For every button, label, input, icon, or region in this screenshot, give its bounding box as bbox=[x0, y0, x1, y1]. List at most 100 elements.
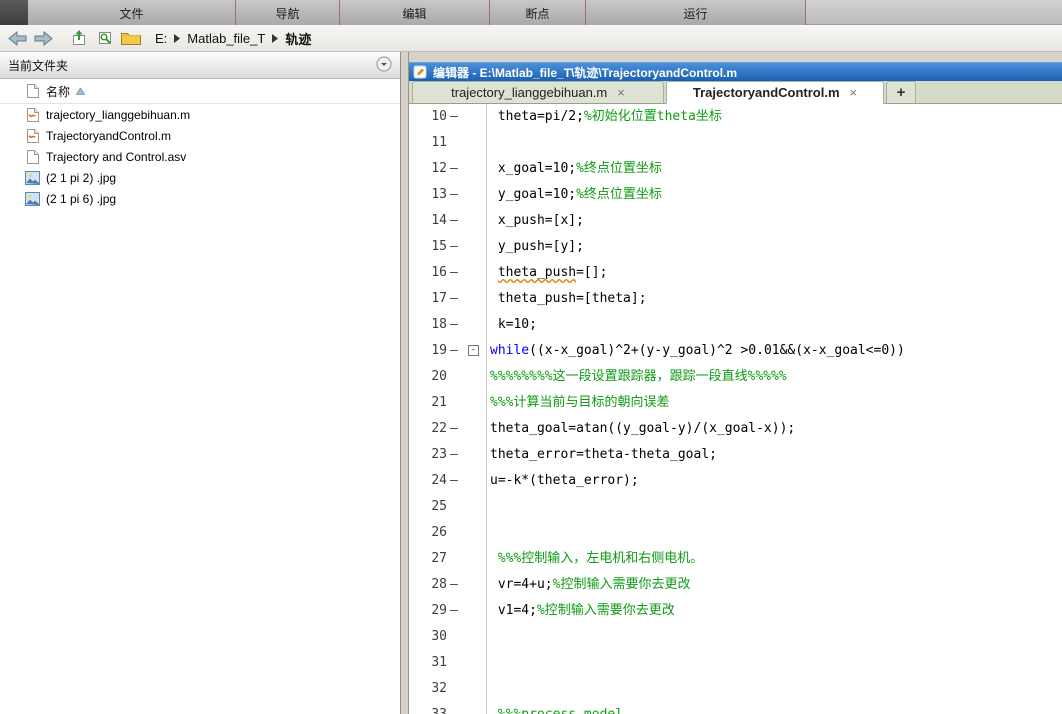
code-line[interactable]: 22— theta_goal=atan((y_goal-y)/(x_goal-x)… bbox=[409, 416, 1062, 442]
fold-collapse-icon[interactable]: - bbox=[468, 345, 479, 356]
exec-dash[interactable]: — bbox=[447, 598, 463, 624]
fold-column[interactable] bbox=[463, 364, 487, 390]
code-line[interactable]: 28— vr=4+u;%控制输入需要你去更改 bbox=[409, 572, 1062, 598]
fold-column[interactable] bbox=[463, 416, 487, 442]
line-number[interactable]: 31 bbox=[409, 650, 447, 676]
exec-dash[interactable] bbox=[447, 364, 463, 390]
fold-column[interactable] bbox=[463, 104, 487, 130]
fold-column[interactable] bbox=[463, 650, 487, 676]
line-number[interactable]: 10 bbox=[409, 104, 447, 130]
panel-menu-button[interactable] bbox=[376, 56, 392, 75]
exec-dash[interactable] bbox=[447, 650, 463, 676]
code-line[interactable]: 20 %%%%%%%%这一段设置跟踪器，跟踪一段直线%%%%% bbox=[409, 364, 1062, 390]
exec-dash[interactable]: — bbox=[447, 260, 463, 286]
code-text[interactable] bbox=[487, 520, 490, 546]
fold-column[interactable] bbox=[463, 702, 487, 714]
line-number[interactable]: 11 bbox=[409, 130, 447, 156]
line-number[interactable]: 12 bbox=[409, 156, 447, 182]
code-line[interactable]: 27 %%%控制输入，左电机和右侧电机。 bbox=[409, 546, 1062, 572]
code-text[interactable] bbox=[487, 130, 490, 156]
fold-column[interactable] bbox=[463, 572, 487, 598]
code-text[interactable]: theta_error=theta-theta_goal; bbox=[487, 442, 717, 468]
line-number[interactable]: 18 bbox=[409, 312, 447, 338]
code-text[interactable]: while((x-x_goal)^2+(y-y_goal)^2 >0.01&&(… bbox=[487, 338, 905, 364]
line-number[interactable]: 25 bbox=[409, 494, 447, 520]
code-text[interactable]: %%%控制输入，左电机和右侧电机。 bbox=[487, 546, 704, 572]
line-number[interactable]: 33 bbox=[409, 702, 447, 714]
exec-dash[interactable] bbox=[447, 130, 463, 156]
code-text[interactable]: k=10; bbox=[487, 312, 537, 338]
fold-column[interactable] bbox=[463, 598, 487, 624]
ribbon-section-file[interactable]: 文件 bbox=[28, 0, 236, 25]
code-area[interactable]: 10— theta=pi/2;%初始化位置theta坐标 11 12— x_goal… bbox=[409, 104, 1062, 714]
code-text[interactable]: theta_goal=atan((y_goal-y)/(x_goal-x)); bbox=[487, 416, 795, 442]
line-number[interactable]: 26 bbox=[409, 520, 447, 546]
code-text[interactable] bbox=[487, 624, 490, 650]
code-text[interactable] bbox=[487, 650, 490, 676]
code-line[interactable]: 21 %%%计算当前与目标的朝向误差 bbox=[409, 390, 1062, 416]
exec-dash[interactable] bbox=[447, 546, 463, 572]
code-text[interactable]: theta_push=[]; bbox=[487, 260, 608, 286]
code-text[interactable] bbox=[487, 494, 490, 520]
line-number[interactable]: 32 bbox=[409, 676, 447, 702]
code-text[interactable]: x_push=[x]; bbox=[487, 208, 584, 234]
ribbon-section-navigate[interactable]: 导航 bbox=[236, 0, 340, 25]
ribbon-section-edit[interactable]: 编辑 bbox=[340, 0, 490, 25]
editor-titlebar[interactable]: 编辑器 - E:\Matlab_file_T\轨迹\TrajectoryandC… bbox=[409, 62, 1062, 81]
code-editor[interactable]: 10— theta=pi/2;%初始化位置theta坐标 11 12— x_goal… bbox=[409, 104, 1062, 714]
back-button[interactable] bbox=[5, 27, 29, 49]
fold-column[interactable] bbox=[463, 676, 487, 702]
code-text[interactable]: u=-k*(theta_error); bbox=[487, 468, 639, 494]
line-number[interactable]: 21 bbox=[409, 390, 447, 416]
browse-folder-button[interactable] bbox=[93, 27, 117, 49]
tab-close-icon[interactable]: × bbox=[617, 85, 625, 100]
code-line[interactable]: 10— theta=pi/2;%初始化位置theta坐标 bbox=[409, 104, 1062, 130]
line-number[interactable]: 16 bbox=[409, 260, 447, 286]
code-text[interactable]: v1=4;%控制输入需要你去更改 bbox=[487, 598, 675, 624]
fold-column[interactable] bbox=[463, 286, 487, 312]
breadcrumb-drive[interactable]: E: bbox=[155, 31, 167, 46]
line-number[interactable]: 17 bbox=[409, 286, 447, 312]
code-text[interactable] bbox=[487, 676, 490, 702]
fold-column[interactable] bbox=[463, 494, 487, 520]
file-row[interactable]: trajectory_lianggebihuan.m bbox=[0, 104, 400, 125]
code-line[interactable]: 14— x_push=[x]; bbox=[409, 208, 1062, 234]
editor-tab[interactable]: trajectory_lianggebihuan.m × bbox=[412, 81, 664, 103]
exec-dash[interactable] bbox=[447, 624, 463, 650]
file-list-column-header[interactable]: 名称 bbox=[0, 79, 400, 104]
line-number[interactable]: 20 bbox=[409, 364, 447, 390]
forward-button[interactable] bbox=[31, 27, 55, 49]
fold-column[interactable] bbox=[463, 520, 487, 546]
code-line[interactable]: 31 bbox=[409, 650, 1062, 676]
code-line[interactable]: 16— theta_push=[]; bbox=[409, 260, 1062, 286]
line-number[interactable]: 30 bbox=[409, 624, 447, 650]
line-number[interactable]: 19 bbox=[409, 338, 447, 364]
fold-column[interactable] bbox=[463, 182, 487, 208]
code-text[interactable]: %%%计算当前与目标的朝向误差 bbox=[487, 390, 669, 416]
exec-dash[interactable]: — bbox=[447, 182, 463, 208]
code-text[interactable]: vr=4+u;%控制输入需要你去更改 bbox=[487, 572, 691, 598]
line-number[interactable]: 24 bbox=[409, 468, 447, 494]
breadcrumb-separator-icon[interactable] bbox=[174, 33, 181, 43]
fold-column[interactable] bbox=[463, 390, 487, 416]
fold-column[interactable]: - bbox=[463, 338, 487, 364]
up-folder-button[interactable] bbox=[67, 27, 91, 49]
exec-dash[interactable]: — bbox=[447, 338, 463, 364]
code-line[interactable]: 18— k=10; bbox=[409, 312, 1062, 338]
fold-column[interactable] bbox=[463, 312, 487, 338]
code-text[interactable]: theta=pi/2;%初始化位置theta坐标 bbox=[487, 104, 722, 130]
fold-column[interactable] bbox=[463, 156, 487, 182]
code-text[interactable]: theta_push=[theta]; bbox=[487, 286, 647, 312]
ribbon-section-breakpoints[interactable]: 断点 bbox=[490, 0, 586, 25]
code-line[interactable]: 30 bbox=[409, 624, 1062, 650]
code-line[interactable]: 24— u=-k*(theta_error); bbox=[409, 468, 1062, 494]
exec-dash[interactable]: — bbox=[447, 442, 463, 468]
fold-column[interactable] bbox=[463, 468, 487, 494]
exec-dash[interactable]: — bbox=[447, 312, 463, 338]
column-header-name[interactable]: 名称 bbox=[46, 83, 70, 100]
code-line[interactable]: 12— x_goal=10;%终点位置坐标 bbox=[409, 156, 1062, 182]
exec-dash[interactable]: — bbox=[447, 208, 463, 234]
code-text[interactable]: y_goal=10;%终点位置坐标 bbox=[487, 182, 662, 208]
code-line[interactable]: 33 %%%process_model bbox=[409, 702, 1062, 714]
code-line[interactable]: 25 bbox=[409, 494, 1062, 520]
